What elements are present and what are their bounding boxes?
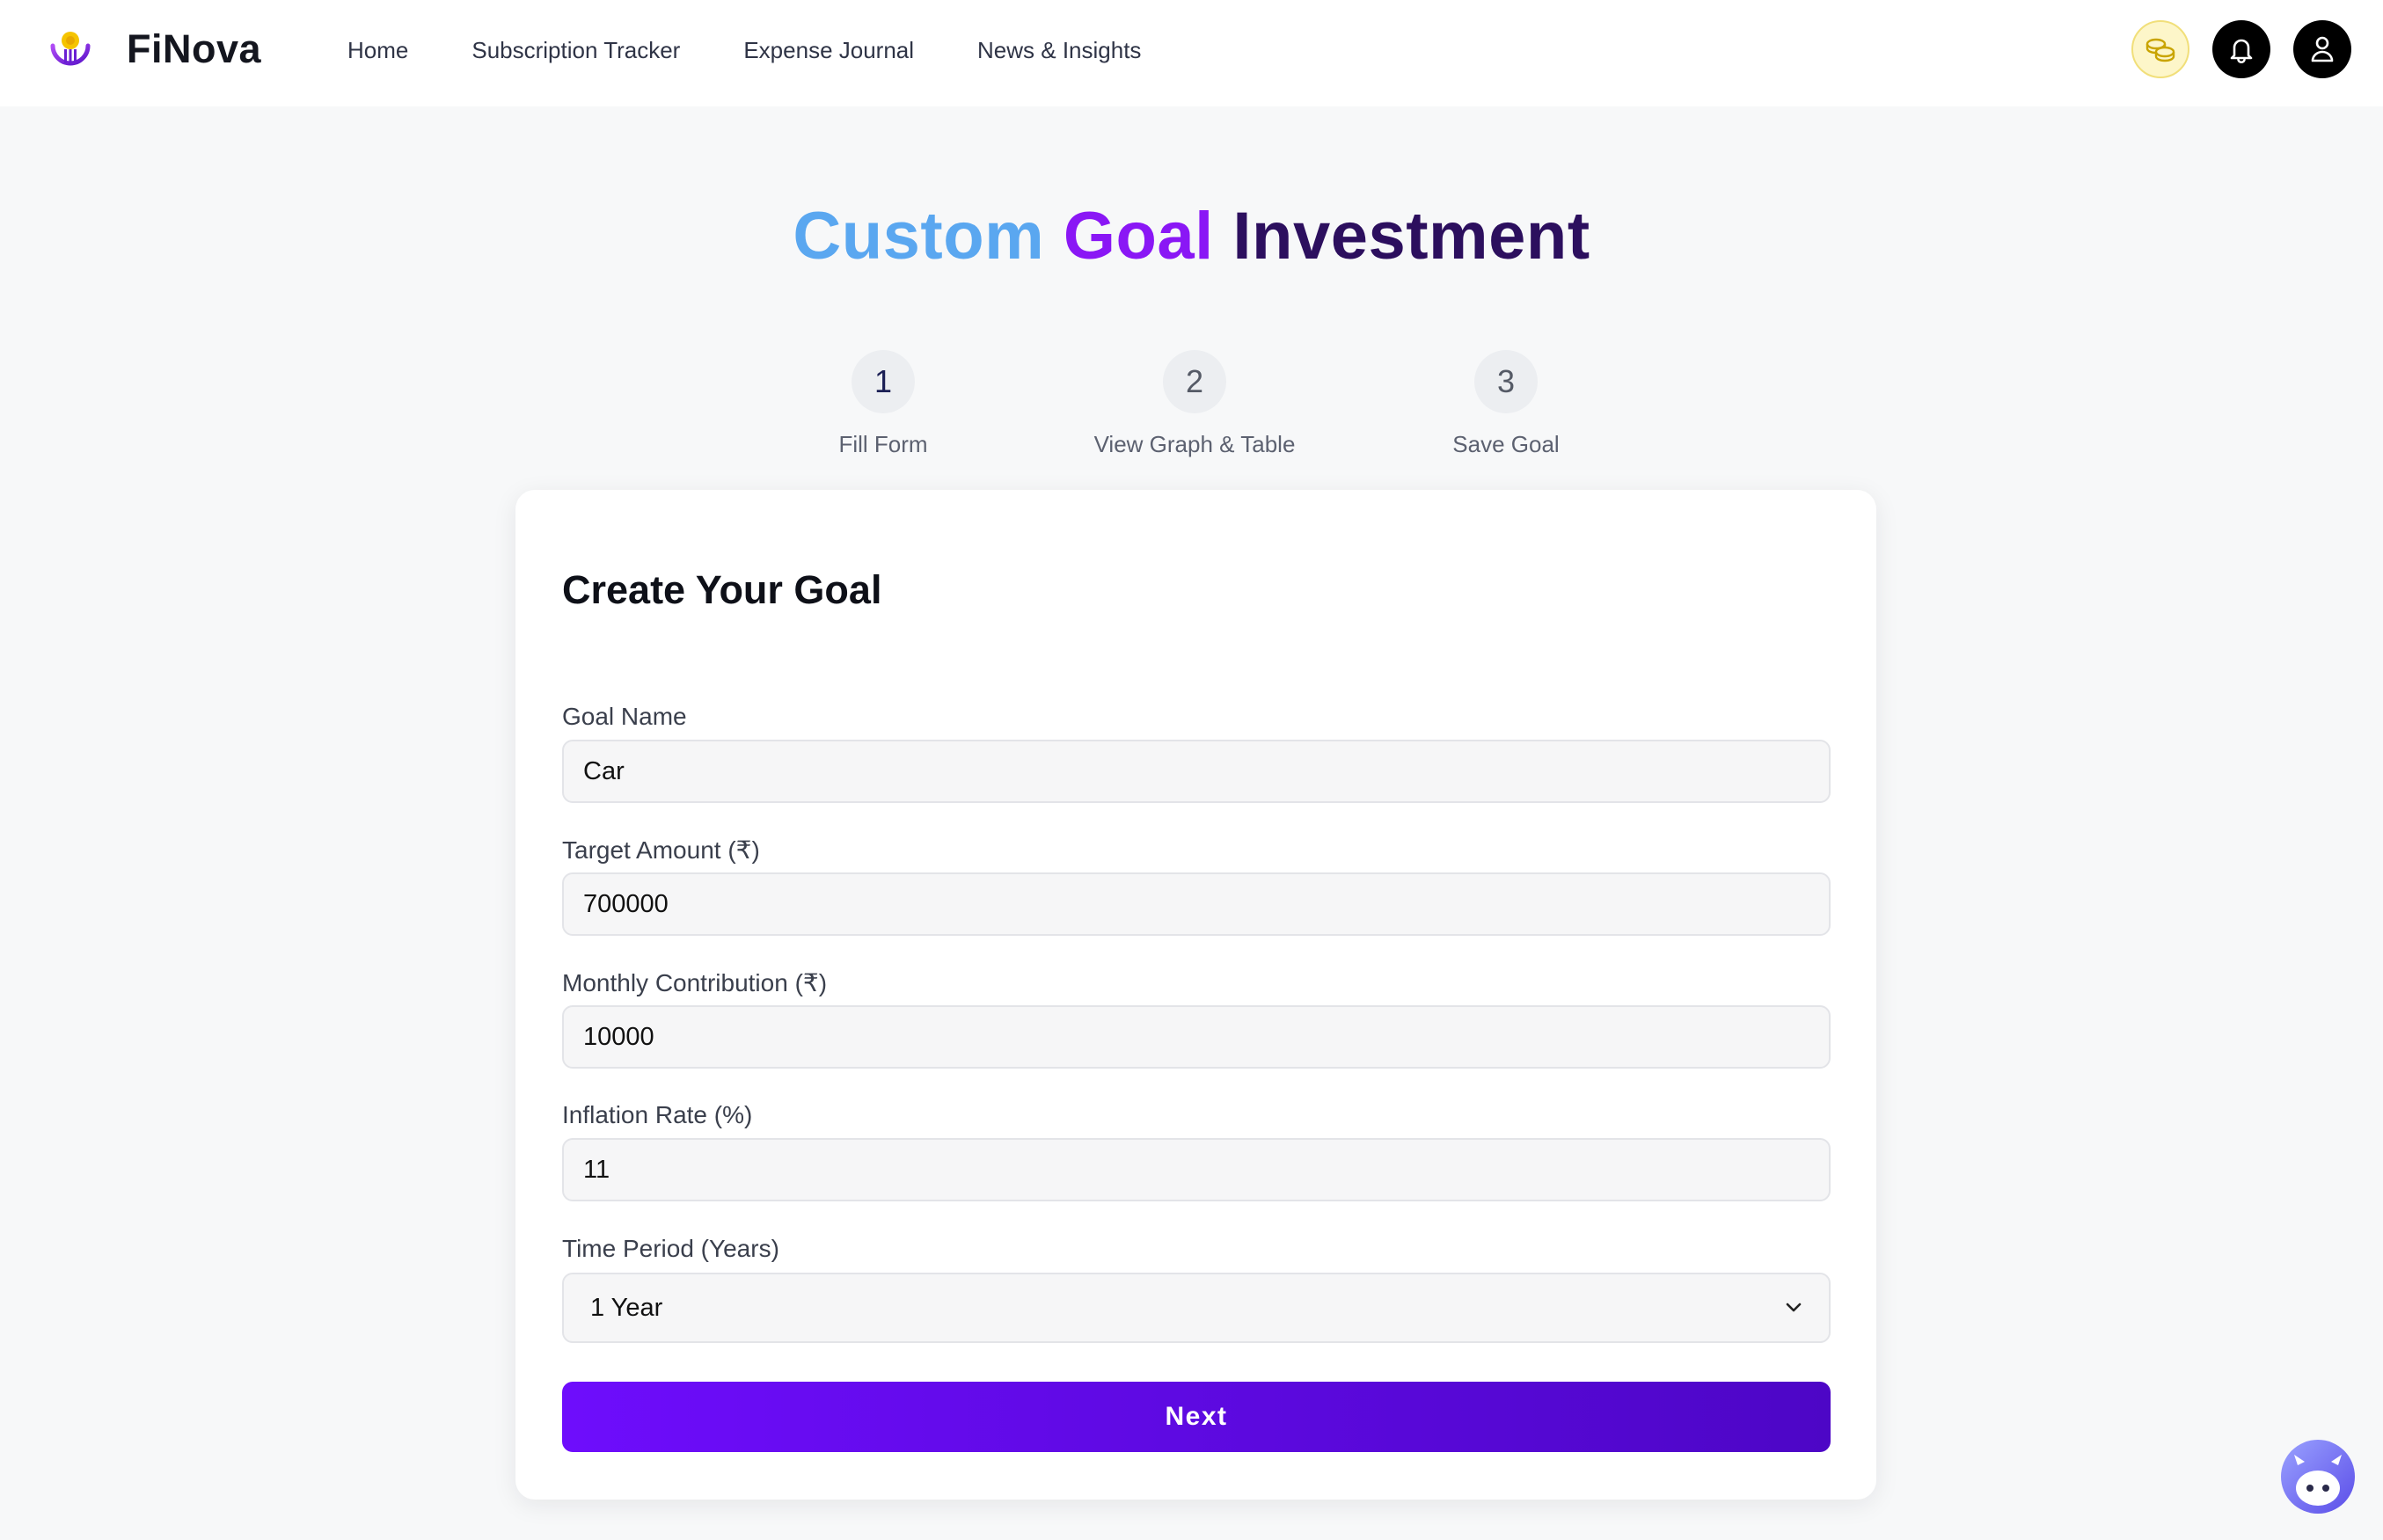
form-title: Create Your Goal [562,567,882,612]
profile-button[interactable] [2293,20,2351,78]
monthly-contribution-input[interactable] [562,1005,1831,1069]
nav-link-expense-journal[interactable]: Expense Journal [743,37,914,64]
nav-link-news-insights[interactable]: News & Insights [977,37,1141,64]
step-number: 3 [1474,350,1538,413]
page-title-part3: Investment [1232,199,1590,274]
nav-link-home[interactable]: Home [347,37,408,64]
finova-logo-icon [50,32,91,66]
time-period-label: Time Period (Years) [562,1235,779,1262]
time-period-selected-value: 1 Year [590,1293,663,1322]
page-title-part2: Goal [1063,199,1214,274]
coins-icon [2145,38,2175,62]
main-nav: Home Subscription Tracker Expense Journa… [347,37,1204,64]
nav-link-subscription-tracker[interactable]: Subscription Tracker [471,37,680,64]
step-label: Save Goal [1452,431,1560,457]
step-number: 2 [1163,350,1226,413]
page-title-part1: Custom [793,199,1045,274]
user-icon [2311,36,2334,62]
step-label: View Graph & Table [1093,431,1296,457]
inflation-rate-input[interactable] [562,1138,1831,1201]
step-view-graph-table: 2 View Graph & Table [1063,350,1327,458]
notifications-button[interactable] [2212,20,2270,78]
step-label: Fill Form [838,431,928,457]
chatbot-button[interactable] [2280,1439,2356,1514]
step-save-goal: 3 Save Goal [1374,350,1638,458]
time-period-select[interactable]: 1 Year [562,1273,1831,1343]
goal-form-card: Create Your Goal Goal Name Target Amount… [515,490,1876,1500]
target-amount-label: Target Amount (₹) [562,836,760,864]
step-number: 1 [852,350,915,413]
chevron-down-icon [1786,1303,1802,1312]
inflation-rate-label: Inflation Rate (%) [562,1101,753,1128]
page-title: Custom Goal Investment [0,198,2383,274]
step-fill-form: 1 Fill Form [751,350,1015,458]
brand-name: FiNova [127,26,262,71]
bell-icon [2230,39,2253,63]
goal-name-label: Goal Name [562,703,687,730]
coins-button[interactable] [2131,20,2189,78]
navbar: FiNova Home Subscription Tracker Expense… [0,0,2383,106]
nav-actions [2131,20,2351,78]
brand[interactable]: FiNova [46,23,261,72]
robot-icon [2281,1440,2355,1514]
monthly-contribution-label: Monthly Contribution (₹) [562,969,828,996]
goal-name-input[interactable] [562,740,1831,803]
target-amount-input[interactable] [562,872,1831,936]
next-button[interactable]: Next [562,1382,1831,1452]
